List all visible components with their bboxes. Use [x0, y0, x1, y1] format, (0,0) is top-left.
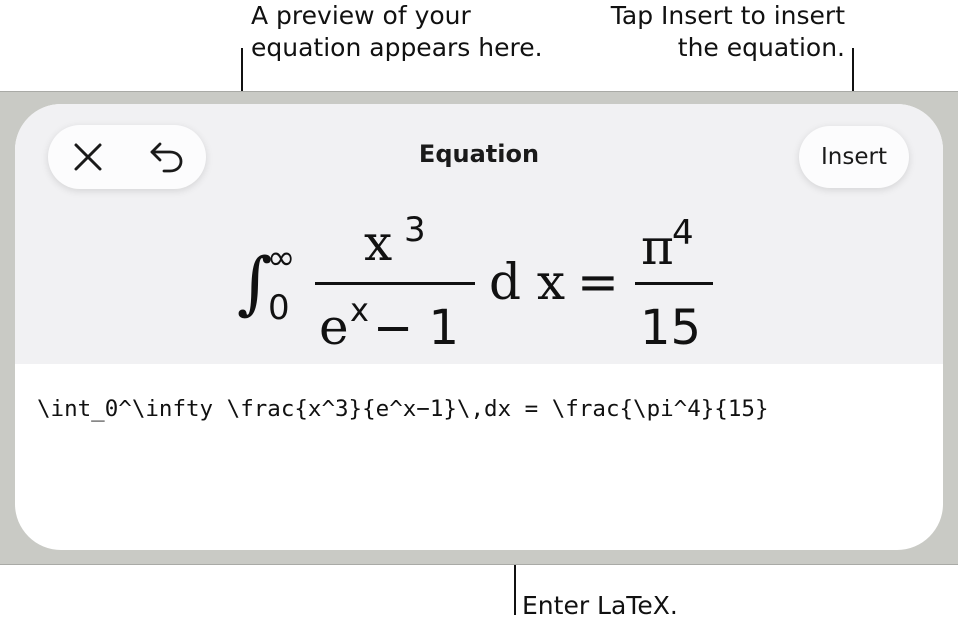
- insert-callout-line2: the equation.: [677, 33, 845, 62]
- insert-callout: Tap Insert to insert the equation.: [611, 0, 845, 64]
- preview-callout: A preview of your equation appears here.: [251, 0, 543, 64]
- denominator-rest: − 1: [373, 300, 459, 356]
- integral-lower-limit: 0: [268, 288, 290, 328]
- numerator-exponent: 3: [404, 210, 426, 250]
- latex-callout: Enter LaTeX.: [522, 590, 678, 622]
- rhs-denominator: 15: [640, 300, 701, 356]
- latex-input[interactable]: \int_0^\infty \frac{x^3}{e^x−1}\,dx = \f…: [37, 396, 769, 422]
- insert-callout-line1: Tap Insert to insert: [610, 1, 845, 30]
- equation-preview: ∫ ∞ 0 x 3 e x − 1 d x = π 4 15: [237, 210, 713, 356]
- denominator-exponent: x: [350, 291, 369, 329]
- rhs-numerator-base: π: [641, 218, 674, 276]
- rhs-numerator-exponent: 4: [672, 213, 694, 253]
- rhs-fraction-bar: [635, 282, 713, 285]
- numerator-base: x: [364, 214, 392, 272]
- fraction-bar: [315, 282, 475, 285]
- denominator-base: e: [319, 298, 349, 356]
- preview-callout-line2: equation appears here.: [251, 33, 543, 62]
- differential: d x: [489, 253, 565, 311]
- equals-sign: =: [577, 253, 619, 311]
- preview-callout-line1: A preview of your: [251, 1, 471, 30]
- integral-upper-limit: ∞: [267, 238, 295, 278]
- equation-editor-sheet: Equation Insert ∫ ∞ 0 x 3 e x − 1 d x = …: [15, 104, 943, 550]
- latex-callout-text: Enter LaTeX.: [522, 591, 678, 620]
